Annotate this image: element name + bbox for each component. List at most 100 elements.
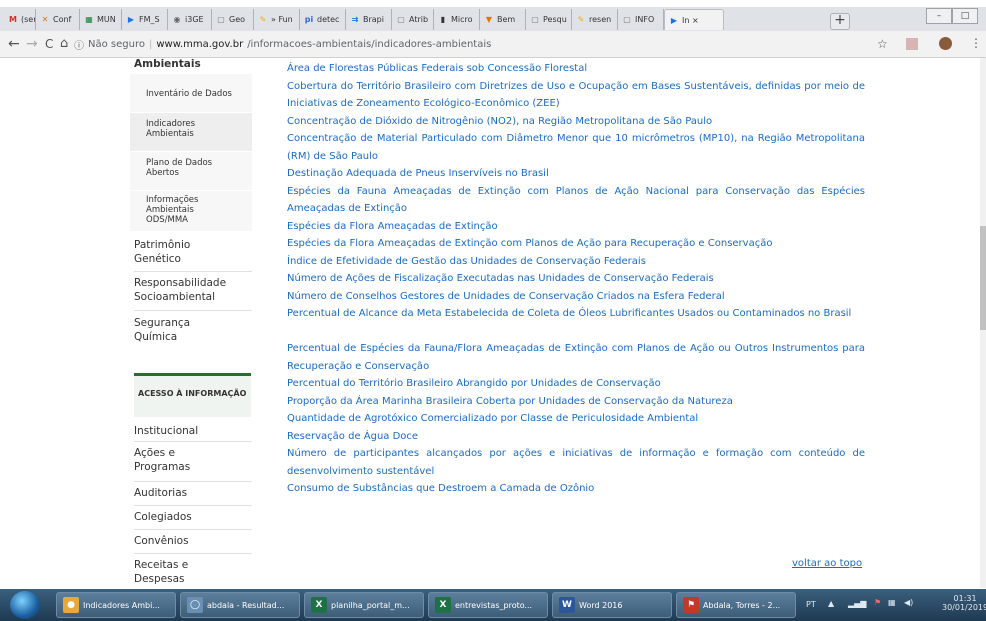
browser-tab[interactable]: ▼ Bem [480, 9, 526, 30]
flag-icon[interactable]: ▦ [888, 598, 896, 607]
signal-icon: ▂▄▆ [848, 599, 867, 608]
browser-tab[interactable]: ✕ Conf [36, 9, 80, 30]
browser-tab[interactable]: ✎ » Fun [254, 9, 300, 30]
browser-tab[interactable]: ▶ In × [664, 9, 724, 30]
minimize-button[interactable]: – [926, 8, 952, 24]
tab-label: resen [589, 15, 612, 24]
indicator-link[interactable]: Reservação de Água Doce [287, 428, 865, 446]
browser-tab[interactable]: ▢ Geo [212, 9, 254, 30]
acesso-item-convenios[interactable]: Convênios [134, 534, 252, 548]
divider [134, 310, 252, 311]
browser-tab[interactable]: ◉ i3GE [168, 9, 212, 30]
start-button[interactable] [10, 591, 40, 619]
browser-tab[interactable]: ▢ INFO [618, 9, 664, 30]
browser-tab[interactable]: ▢ Pesqu [526, 9, 572, 30]
tab-label: Atrib [409, 15, 429, 24]
page-icon: ▢ [531, 15, 539, 24]
tab-label: FM_S [139, 15, 160, 24]
clock[interactable]: 01:31 30/01/2019 [942, 594, 986, 612]
sidebar-item-patrimonio[interactable]: Patrimônio Genético [134, 238, 218, 266]
profile-avatar[interactable] [939, 37, 952, 50]
tab-label: Pesqu [543, 15, 567, 24]
taskbar-button[interactable]: Xplanilha_portal_m... [304, 592, 424, 618]
taskbar-button[interactable]: Xentrevistas_proto... [428, 592, 548, 618]
taskbar-button[interactable]: ⚑ Abdala, Torres - 2... [676, 592, 796, 618]
date-label: 30/01/2019 [942, 603, 986, 612]
speaker-icon[interactable]: ◀) [904, 598, 913, 607]
tab-label: (sem [21, 15, 35, 24]
indicator-link[interactable]: Área de Florestas Públicas Federais sob … [287, 60, 865, 78]
chrome-icon: ● [63, 597, 79, 613]
divider [134, 271, 252, 272]
taskbar: ● Indicadores Ambi... ◯ abdala - Resultad..… [0, 589, 986, 621]
browser-tab[interactable]: ▦ MUN [80, 9, 122, 30]
indicator-link[interactable]: Percentual de Espécies da Fauna/Flora Am… [287, 340, 865, 375]
subitem-indicadores[interactable]: Indicadores Ambientais [130, 113, 252, 151]
divider [134, 441, 252, 442]
maximize-button[interactable]: □ [952, 8, 978, 24]
indicator-link[interactable]: Consumo de Substâncias que Destroem a Ca… [287, 480, 865, 498]
menu-icon[interactable]: ⋮ [970, 36, 982, 50]
sheet-icon: ▦ [85, 15, 93, 24]
indicator-link[interactable]: Proporção da Área Marinha Brasileira Cob… [287, 393, 865, 411]
acesso-item-auditorias[interactable]: Auditorias [134, 486, 252, 500]
sidebar-item-seguranca[interactable]: Segurança Química [134, 316, 218, 344]
indicator-link[interactable]: Índice de Efetividade de Gestão das Unid… [287, 253, 865, 271]
browser-tab[interactable]: ▢ Atrib [392, 9, 434, 30]
browser-tab[interactable]: M (sem [4, 9, 36, 30]
reload-icon[interactable]: C [45, 37, 53, 51]
taskbar-button-label: Word 2016 [579, 600, 623, 610]
subitem-plano[interactable]: Plano de Dados Abertos [130, 152, 252, 190]
indicator-link[interactable]: Quantidade de Agrotóxico Comercializado … [287, 410, 865, 428]
acesso-item-acoes[interactable]: Ações e Programas [134, 446, 204, 474]
x-icon: ✕ [41, 15, 49, 24]
star-icon[interactable]: ☆ [877, 37, 888, 51]
acesso-item-institucional[interactable]: Institucional [134, 424, 252, 438]
browser-tab[interactable]: ⇉ Brapi [346, 9, 392, 30]
indicator-link[interactable]: Espécies da Fauna Ameaçadas de Extinção … [287, 183, 865, 218]
indicator-link[interactable]: Número de Conselhos Gestores de Unidades… [287, 288, 865, 306]
browser-tab[interactable]: pi detec [300, 9, 346, 30]
browser-tab[interactable]: ✎ resen [572, 9, 618, 30]
tab-label: MUN [97, 15, 116, 24]
indicator-link[interactable]: Número de Ações de Fiscalização Executad… [287, 270, 865, 288]
browser-tab[interactable]: ▮ Micro [434, 9, 480, 30]
tray-arrow-icon[interactable]: ▲ [828, 599, 834, 608]
indicator-link[interactable]: Espécies da Flora Ameaçadas de Extinção [287, 218, 865, 236]
indicator-link[interactable]: Concentração de Material Particulado com… [287, 130, 865, 165]
taskbar-button[interactable]: ◯ abdala - Resultad... [180, 592, 300, 618]
browser-tab[interactable]: ▶ FM_S [122, 9, 168, 30]
language-indicator[interactable]: PT [806, 600, 816, 609]
taskbar-button[interactable]: ● Indicadores Ambi... [56, 592, 176, 618]
info-icon[interactable]: ⓘ [74, 37, 84, 52]
network-icon[interactable]: ⚑ [874, 598, 881, 607]
search-icon: ◯ [187, 597, 203, 613]
taskbar-button-label: abdala - Resultad... [207, 600, 285, 610]
url-field[interactable]: ⓘ Não seguro | www.mma.gov.br/informacoe… [74, 35, 884, 53]
divider [134, 529, 252, 530]
indicator-link[interactable]: Percentual do Território Brasileiro Abra… [287, 375, 865, 393]
forward-icon[interactable]: → [26, 36, 38, 52]
taskbar-button[interactable]: W Word 2016 [552, 592, 672, 618]
tab-label: » Fun [271, 15, 293, 24]
acesso-item-colegiados[interactable]: Colegiados [134, 510, 252, 524]
scrollbar-thumb[interactable] [980, 226, 986, 330]
back-to-top-link[interactable]: voltar ao topo [792, 558, 862, 569]
indicator-link[interactable]: Espécies da Flora Ameaçadas de Extinção … [287, 235, 865, 253]
tab-label: i3GE [185, 15, 204, 24]
divider [134, 553, 252, 554]
indicator-link[interactable]: Número de participantes alcançados por a… [287, 445, 865, 480]
security-label: Não seguro [88, 38, 145, 50]
subitem-inventario[interactable]: Inventário de Dados [130, 74, 252, 112]
indicator-link[interactable]: Percentual de Alcance da Meta Estabeleci… [287, 305, 865, 323]
new-tab-button[interactable]: + [830, 13, 850, 30]
subitem-informacoes[interactable]: Informações Ambientais ODS/MMA [130, 191, 252, 231]
indicator-link[interactable]: Cobertura do Território Brasileiro com D… [287, 78, 865, 113]
acesso-item-receitas[interactable]: Receitas e Despesas [134, 558, 204, 586]
sidebar-item-responsabilidade[interactable]: Responsabilidade Socioambiental [134, 276, 252, 304]
home-icon[interactable]: ⌂ [60, 36, 68, 51]
indicator-link[interactable]: Destinação Adequada de Pneus Inservíveis… [287, 165, 865, 183]
back-icon[interactable]: ← [8, 36, 20, 52]
indicator-link[interactable]: Concentração de Dióxido de Nitrogênio (N… [287, 113, 865, 131]
extension-icon[interactable] [906, 38, 918, 50]
